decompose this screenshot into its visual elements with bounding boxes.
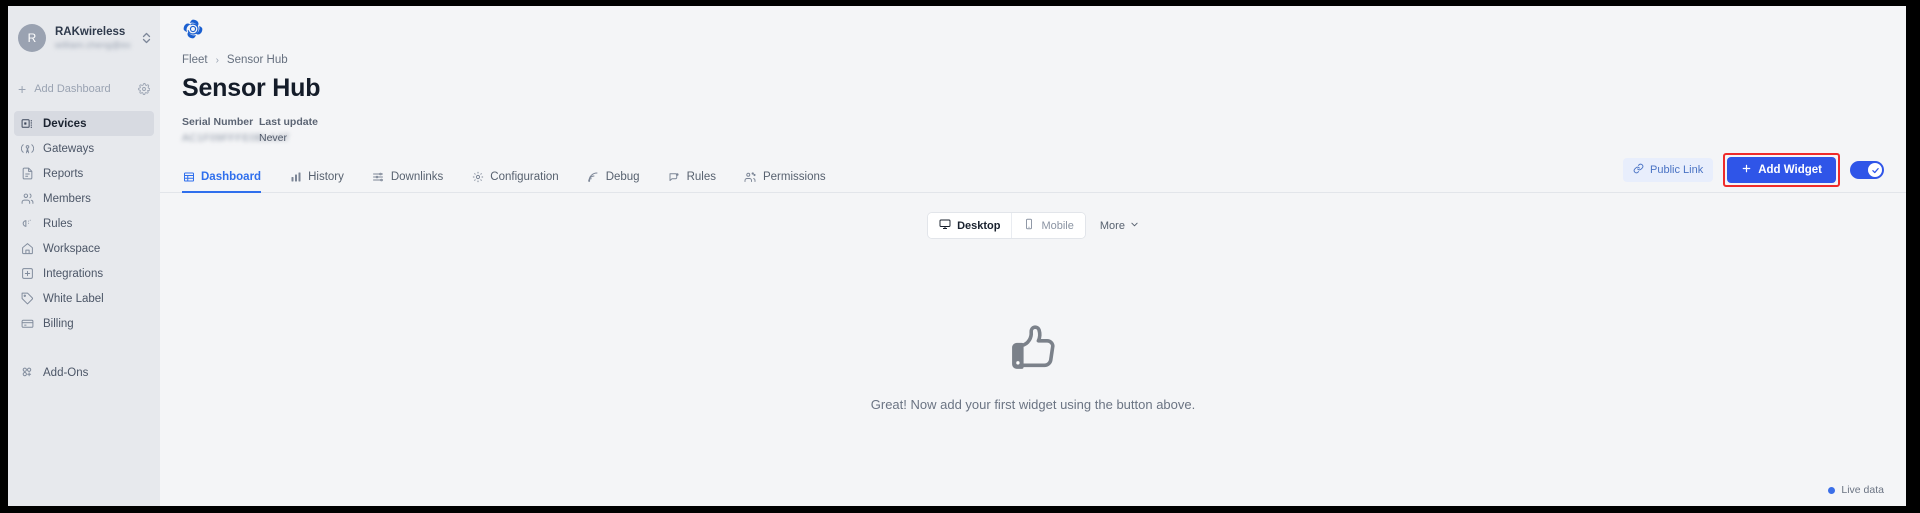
live-data-label: Live data bbox=[1841, 484, 1884, 496]
org-email: william.cheng@example.com bbox=[55, 40, 131, 50]
public-link-button[interactable]: Public Link bbox=[1623, 158, 1714, 182]
signal-icon bbox=[587, 170, 600, 183]
tab-configuration[interactable]: Configuration bbox=[457, 161, 572, 192]
add-widget-button[interactable]: Add Widget bbox=[1727, 157, 1836, 183]
tabs: Dashboard History Downlinks Configuratio… bbox=[182, 161, 840, 193]
tab-debug[interactable]: Debug bbox=[573, 161, 654, 192]
empty-state: Great! Now add your first widget using t… bbox=[160, 227, 1906, 506]
sidebar-item-add-ons[interactable]: Add-Ons bbox=[14, 360, 154, 385]
sidebar-item-billing[interactable]: Billing bbox=[14, 311, 154, 336]
live-data-toggle[interactable] bbox=[1850, 161, 1884, 179]
brand-bar bbox=[160, 6, 1906, 45]
sidebar-item-label: Rules bbox=[43, 217, 73, 230]
tab-label: Debug bbox=[605, 170, 640, 183]
plus-square-icon bbox=[20, 267, 34, 281]
addons-icon bbox=[20, 366, 34, 380]
page-title: Sensor Hub bbox=[182, 74, 321, 102]
tab-label: Configuration bbox=[490, 170, 559, 183]
app-window: R RAKwireless william.cheng@example.com … bbox=[8, 6, 1906, 506]
breadcrumb-root[interactable]: Fleet bbox=[182, 54, 208, 66]
tab-dashboard[interactable]: Dashboard bbox=[182, 161, 275, 193]
sidebar-item-reports[interactable]: Reports bbox=[14, 161, 154, 186]
chevron-updown-icon[interactable] bbox=[140, 32, 152, 44]
devices-icon bbox=[20, 117, 34, 131]
billing-icon bbox=[20, 317, 34, 331]
tab-label: History bbox=[308, 170, 344, 183]
link-icon bbox=[1633, 163, 1644, 177]
gear-icon[interactable] bbox=[138, 83, 150, 95]
sidebar-item-label: Billing bbox=[43, 317, 74, 330]
document-icon bbox=[20, 167, 34, 181]
tab-bar: Dashboard History Downlinks Configuratio… bbox=[160, 153, 1906, 193]
speech-bubble-icon bbox=[668, 170, 681, 183]
public-link-label: Public Link bbox=[1650, 164, 1704, 176]
tab-rules[interactable]: Rules bbox=[654, 161, 730, 192]
avatar: R bbox=[18, 24, 46, 52]
plus-icon: + bbox=[18, 81, 27, 97]
dashboard-grid-icon bbox=[182, 170, 195, 183]
meta-label: Last update bbox=[259, 116, 318, 128]
meta-value: AC1F09FFFE0BLAAT bbox=[182, 132, 290, 144]
org-name: RAKwireless bbox=[55, 26, 126, 38]
users-icon bbox=[744, 170, 757, 183]
tab-label: Dashboard bbox=[201, 170, 262, 183]
sidebar-item-label: Workspace bbox=[43, 242, 101, 255]
rak-logo-icon bbox=[182, 19, 204, 44]
tab-label: Downlinks bbox=[390, 170, 444, 183]
meta-serial-number: Serial Number AC1F09FFFE0BLAAT bbox=[182, 116, 290, 144]
bar-chart-icon bbox=[289, 170, 302, 183]
main-content: Fleet › Sensor Hub Sensor Hub Serial Num… bbox=[160, 6, 1906, 506]
add-widget-highlight: Add Widget bbox=[1723, 153, 1840, 187]
check-icon bbox=[1868, 163, 1882, 177]
home-icon bbox=[20, 242, 34, 256]
sidebar-item-rules[interactable]: Rules bbox=[14, 211, 154, 236]
sidebar-item-workspace[interactable]: Workspace bbox=[14, 236, 154, 261]
thumbs-up-icon bbox=[1006, 321, 1060, 380]
tab-downlinks[interactable]: Downlinks bbox=[358, 161, 457, 192]
device-meta: Serial Number AC1F09FFFE0BLAAT Last upda… bbox=[182, 116, 1906, 144]
gear-icon bbox=[471, 170, 484, 183]
sidebar-item-label: Devices bbox=[43, 117, 87, 130]
sliders-icon bbox=[372, 170, 385, 183]
sidebar-item-members[interactable]: Members bbox=[14, 186, 154, 211]
breadcrumb: Fleet › Sensor Hub bbox=[182, 54, 1906, 66]
sidebar-nav: Devices Gateways Reports Members Rules W bbox=[8, 111, 160, 385]
add-dashboard-label: Add Dashboard bbox=[34, 83, 111, 95]
tab-label: Permissions bbox=[762, 170, 826, 183]
sidebar-item-gateways[interactable]: Gateways bbox=[14, 136, 154, 161]
breadcrumb-current[interactable]: Sensor Hub bbox=[227, 54, 288, 66]
add-widget-label: Add Widget bbox=[1758, 164, 1822, 176]
users-icon bbox=[20, 192, 34, 206]
live-data-status: Live data bbox=[1828, 484, 1884, 496]
sidebar-item-label: Gateways bbox=[43, 142, 95, 155]
sidebar-item-devices[interactable]: Devices bbox=[14, 111, 154, 136]
chevron-right-icon: › bbox=[215, 54, 219, 66]
bell-icon bbox=[20, 217, 34, 231]
sidebar-item-label: Add-Ons bbox=[43, 366, 89, 379]
add-dashboard-button[interactable]: + Add Dashboard bbox=[18, 78, 150, 100]
sidebar: R RAKwireless william.cheng@example.com … bbox=[8, 6, 160, 506]
sidebar-item-integrations[interactable]: Integrations bbox=[14, 261, 154, 286]
gateway-icon bbox=[20, 142, 34, 156]
empty-state-message: Great! Now add your first widget using t… bbox=[870, 397, 1196, 412]
sidebar-item-label: Members bbox=[43, 192, 91, 205]
sidebar-item-white-label[interactable]: White Label bbox=[14, 286, 154, 311]
meta-label: Serial Number bbox=[182, 116, 254, 128]
org-switcher[interactable]: R RAKwireless william.cheng@example.com bbox=[8, 6, 160, 52]
tab-label: Rules bbox=[686, 170, 716, 183]
tab-bar-actions: Public Link Add Widget bbox=[1623, 153, 1884, 192]
sidebar-item-label: Reports bbox=[43, 167, 84, 180]
status-dot bbox=[1828, 486, 1836, 494]
tab-history[interactable]: History bbox=[275, 161, 358, 192]
sidebar-item-label: White Label bbox=[43, 292, 104, 305]
tag-icon bbox=[20, 292, 34, 306]
sidebar-item-label: Integrations bbox=[43, 267, 104, 280]
tab-permissions[interactable]: Permissions bbox=[730, 161, 840, 192]
plus-icon bbox=[1741, 163, 1752, 177]
org-text: RAKwireless william.cheng@example.com bbox=[55, 26, 131, 50]
